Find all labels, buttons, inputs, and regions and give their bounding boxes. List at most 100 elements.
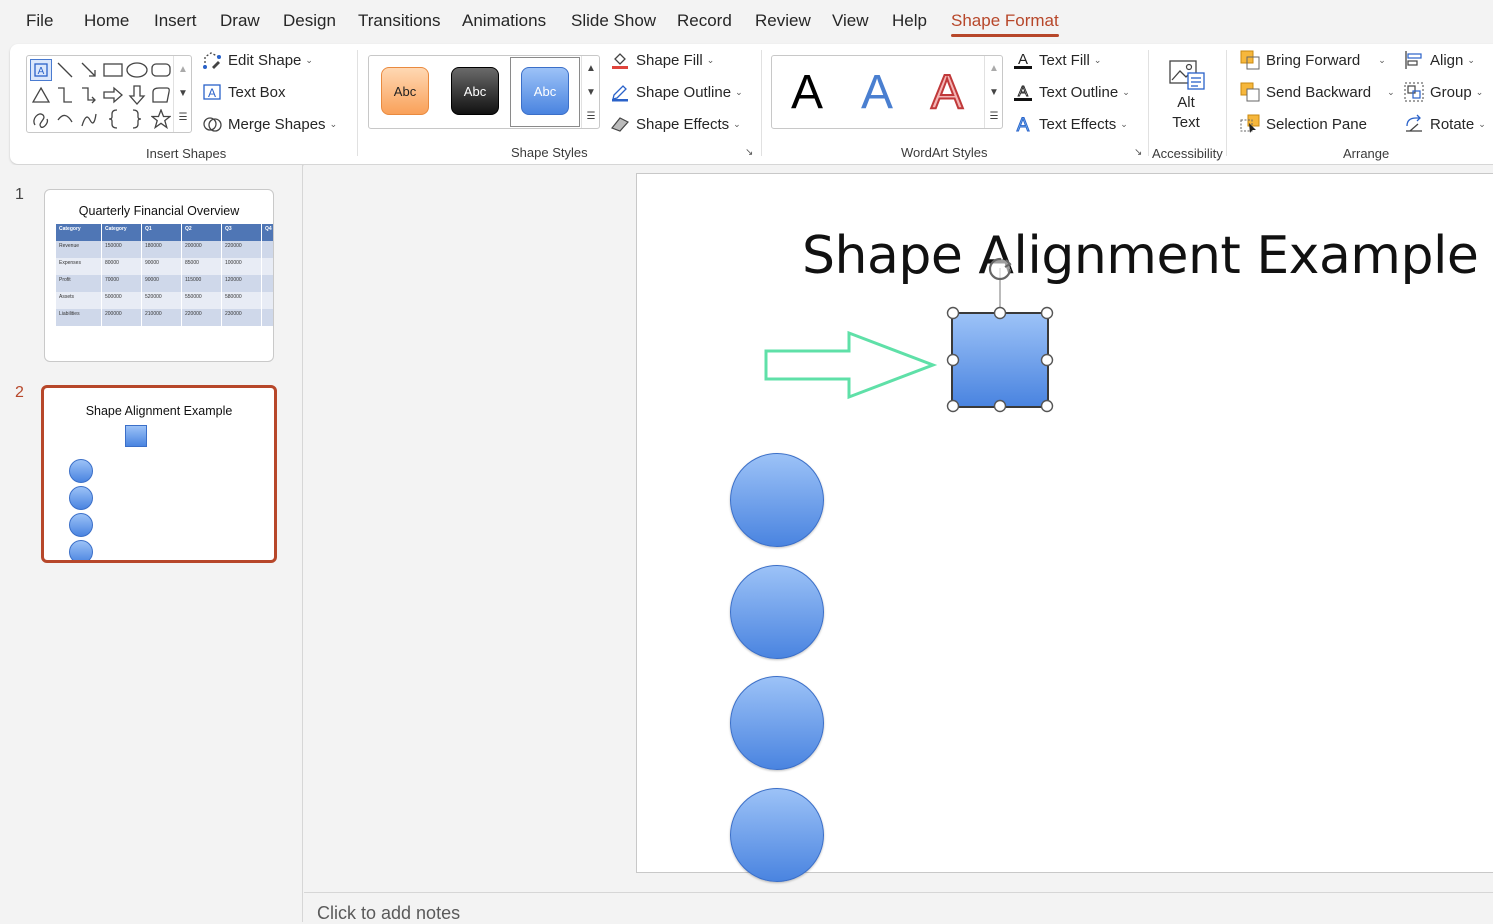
table-cell: 85000	[182, 258, 222, 275]
tab-transitions[interactable]: Transitions	[358, 11, 441, 31]
line-shape-icon[interactable]	[54, 59, 76, 81]
tab-draw[interactable]: Draw	[220, 11, 260, 31]
table-cell: 80000	[102, 258, 142, 275]
table-cell: 520000	[142, 292, 182, 309]
text-fill-button[interactable]: A Text Fill ⌄	[1013, 48, 1101, 72]
tab-animations[interactable]: Animations	[462, 11, 546, 31]
tab-help[interactable]: Help	[892, 11, 927, 31]
text-outline-button[interactable]: A Text Outline ⌄	[1013, 80, 1130, 104]
arrow-shape[interactable]	[763, 330, 938, 400]
wordart-style-red-outline[interactable]: A	[920, 62, 974, 122]
tab-view[interactable]: View	[832, 11, 869, 31]
freeform-scribble-shape-icon[interactable]	[30, 108, 52, 130]
tab-insert[interactable]: Insert	[154, 11, 197, 31]
circle-shape-1[interactable]	[730, 453, 824, 547]
scroll-down-icon[interactable]: ▼	[582, 81, 600, 103]
down-arrow-shape-icon[interactable]	[126, 84, 148, 106]
text-box-button[interactable]: A Text Box	[202, 80, 286, 104]
thumbnail-circle	[69, 486, 93, 510]
notes-placeholder[interactable]: Click to add notes	[317, 903, 460, 924]
gallery-more-icon[interactable]: ☰	[174, 106, 192, 128]
align-button[interactable]: Align ⌄	[1404, 48, 1475, 72]
table-row: Liabilities 200000 210000 220000 230000	[56, 309, 273, 326]
slide-thumbnail-2[interactable]: Shape Alignment Example	[41, 385, 277, 563]
star-shape-icon[interactable]	[150, 108, 172, 130]
curve-shape-icon[interactable]	[78, 108, 100, 130]
tab-review[interactable]: Review	[755, 11, 811, 31]
scroll-down-icon[interactable]: ▼	[985, 81, 1003, 103]
shape-style-orange[interactable]: Abc	[381, 67, 429, 115]
table-cell: 180000	[142, 241, 182, 258]
wordart-styles-label: WordArt Styles	[901, 145, 988, 160]
table-row: Assets 500000 520000 550000 580000	[56, 292, 273, 309]
slide-title[interactable]: Shape Alignment Example	[802, 226, 1479, 286]
wordart-style-blue[interactable]: A	[850, 62, 904, 122]
tab-design[interactable]: Design	[283, 11, 336, 31]
tab-record[interactable]: Record	[677, 11, 732, 31]
scroll-up-icon[interactable]: ▲	[174, 58, 192, 80]
shape-fill-button[interactable]: Shape Fill ⌄	[610, 48, 714, 72]
right-arrow-shape-icon[interactable]	[102, 84, 124, 106]
oval-shape-icon[interactable]	[126, 59, 148, 81]
alt-text-button[interactable]: Alt Text	[1160, 52, 1212, 134]
table-cell: Assets	[56, 292, 102, 309]
thumbnail-square	[125, 425, 147, 447]
triangle-shape-icon[interactable]	[30, 84, 52, 106]
selection-pane-button[interactable]: Selection Pane	[1240, 112, 1367, 136]
slide-thumbnail-1[interactable]: Quarterly Financial Overview Category Cat…	[44, 189, 274, 362]
dialog-launcher-icon[interactable]: ↘	[1134, 147, 1142, 158]
circle-shape-4[interactable]	[730, 788, 824, 882]
wordart-styles-scroll: ▲ ▼ ☰	[984, 56, 1003, 128]
rounded-rectangle-shape-icon[interactable]	[150, 59, 172, 81]
tab-slide-show[interactable]: Slide Show	[571, 11, 656, 31]
elbow-arrow-connector-shape-icon[interactable]	[78, 84, 100, 106]
scroll-down-icon[interactable]: ▼	[174, 82, 192, 104]
chevron-down-icon: ⌄	[1378, 54, 1386, 65]
scroll-up-icon[interactable]: ▲	[582, 57, 600, 79]
shape-style-black[interactable]: Abc	[451, 67, 499, 115]
flowchart-shape-icon[interactable]	[150, 84, 172, 106]
tab-home[interactable]: Home	[84, 11, 129, 31]
elbow-connector-shape-icon[interactable]	[54, 84, 76, 106]
merge-shapes-icon	[202, 114, 222, 134]
merge-shapes-button[interactable]: Merge Shapes ⌄	[202, 112, 337, 136]
bring-forward-button[interactable]: Bring Forward ⌄	[1240, 48, 1386, 72]
rectangle-shape-icon[interactable]	[102, 59, 124, 81]
arc-shape-icon[interactable]	[54, 108, 76, 130]
bring-forward-icon	[1240, 50, 1260, 70]
tab-shape-format[interactable]: Shape Format	[951, 11, 1059, 37]
table-cell: 220000	[222, 241, 262, 258]
shape-outline-button[interactable]: Shape Outline ⌄	[610, 80, 743, 104]
wordart-style-black[interactable]: A	[780, 62, 834, 122]
gallery-more-icon[interactable]: ☰	[582, 105, 600, 127]
chevron-down-icon: ⌄	[706, 54, 715, 65]
shape-effects-button[interactable]: Shape Effects ⌄	[610, 112, 741, 136]
text-box-shape-icon[interactable]: A	[30, 59, 52, 81]
right-brace-shape-icon[interactable]	[126, 108, 148, 130]
scroll-up-icon[interactable]: ▲	[985, 57, 1003, 79]
group-button[interactable]: Group ⌄	[1404, 80, 1483, 104]
rotate-button[interactable]: Rotate ⌄	[1404, 112, 1486, 136]
notes-pane[interactable]: Click to add notes	[304, 892, 1493, 924]
accessibility-label: Accessibility	[1152, 146, 1223, 161]
shape-style-blue[interactable]: Abc	[521, 67, 569, 115]
tab-file[interactable]: File	[26, 11, 53, 31]
arrow-line-shape-icon[interactable]	[78, 59, 100, 81]
gallery-more-icon[interactable]: ☰	[985, 105, 1003, 127]
text-effects-button[interactable]: A Text Effects ⌄	[1013, 112, 1128, 136]
circle-shape-3[interactable]	[730, 676, 824, 770]
left-brace-shape-icon[interactable]	[102, 108, 124, 130]
alt-text-icon	[1168, 56, 1206, 97]
thumbnail-title: Shape Alignment Example	[85, 404, 233, 418]
chevron-down-icon: ⌄	[1467, 54, 1475, 65]
circle-shape-2[interactable]	[730, 565, 824, 659]
table-cell	[262, 309, 273, 326]
edit-shape-button[interactable]: Edit Shape ⌄	[202, 48, 313, 72]
dialog-launcher-icon[interactable]: ↘	[745, 147, 753, 158]
chevron-down-icon: ⌄	[735, 86, 743, 97]
table-cell: Q3	[222, 224, 262, 241]
shape-styles-label: Shape Styles	[511, 145, 588, 160]
send-backward-button[interactable]: Send Backward ⌄	[1240, 80, 1395, 104]
table-cell: 200000	[102, 309, 142, 326]
table-row: Revenue 150000 180000 200000 220000	[56, 241, 273, 258]
